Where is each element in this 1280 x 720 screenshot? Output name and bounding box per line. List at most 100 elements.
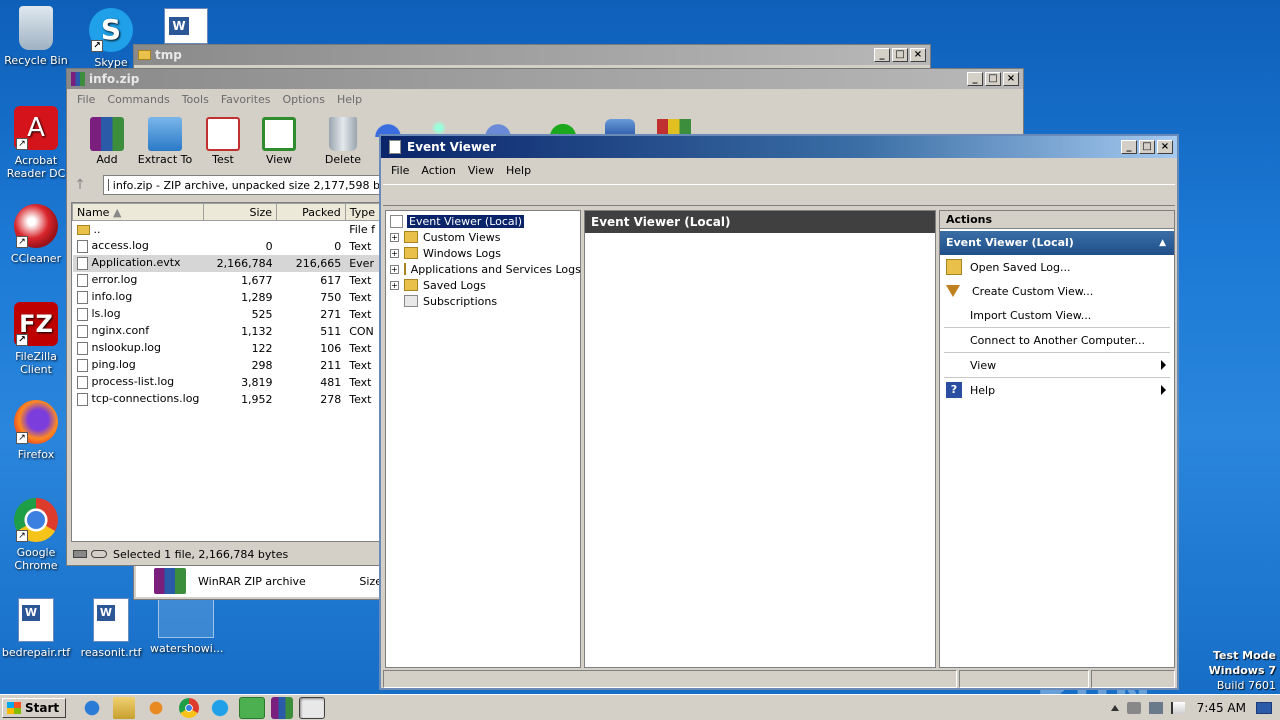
tree-item-saved-logs[interactable]: + Saved Logs	[390, 277, 580, 293]
path-input[interactable]: info.zip - ZIP archive, unpacked size 2,…	[103, 175, 381, 195]
maximize-button[interactable]: □	[1139, 140, 1155, 154]
action-connect-computer[interactable]: Connect to Another Computer...	[940, 328, 1174, 352]
file-row[interactable]: tcp-connections.log 1,952 278 Text	[73, 391, 380, 408]
volume-icon[interactable]	[1126, 701, 1141, 714]
action-open-saved-log[interactable]: Open Saved Log...	[940, 255, 1174, 279]
test-button[interactable]: Test	[193, 117, 253, 166]
ie-icon[interactable]	[79, 696, 106, 719]
action-center-flag-icon[interactable]	[1170, 701, 1185, 714]
explorer-icon[interactable]	[113, 696, 136, 719]
maximize-button[interactable]: □	[892, 48, 908, 62]
menu-help[interactable]: Help	[500, 164, 537, 177]
winrar-titlebar[interactable]: info.zip _ □ ×	[67, 69, 1023, 89]
event-viewer-window[interactable]: Event Viewer _ □ × File Action View Help…	[379, 134, 1179, 690]
expand-icon[interactable]: +	[390, 264, 399, 274]
media-player-icon[interactable]	[143, 696, 170, 719]
file-name: access.log	[91, 239, 149, 253]
taskbar: Start 7:45 AM	[0, 694, 1280, 720]
desktop-icon-chrome[interactable]: ↗ Google Chrome	[0, 498, 72, 572]
close-button[interactable]: ×	[1157, 140, 1173, 154]
minimize-button[interactable]: _	[1121, 140, 1137, 154]
extract-to-button[interactable]: Extract To	[135, 117, 195, 166]
menu-action[interactable]: Action	[415, 164, 461, 177]
up-folder-icon[interactable]: ↑	[69, 177, 91, 193]
col-name[interactable]: Name ▲	[72, 203, 204, 221]
file-row[interactable]: error.log 1,677 617 Text	[73, 272, 380, 289]
view-button[interactable]: View	[249, 117, 309, 166]
file-row[interactable]: Application.evtx 2,166,784 216,665 Ever	[72, 254, 380, 272]
clock[interactable]: 7:45 AM	[1197, 701, 1246, 715]
tree-item-windows-logs[interactable]: + Windows Logs	[390, 245, 580, 261]
file-row[interactable]: ping.log 298 211 Text	[73, 357, 380, 374]
minimize-button[interactable]: _	[874, 48, 890, 62]
file-row[interactable]: info.log 1,289 750 Text	[73, 289, 380, 306]
action-view[interactable]: View	[940, 353, 1174, 377]
col-type[interactable]: Type	[344, 203, 380, 221]
file-row[interactable]: nslookup.log 122 106 Text	[73, 340, 380, 357]
menu-favorites[interactable]: Favorites	[215, 93, 277, 106]
chrome-icon[interactable]	[179, 697, 200, 718]
desktop-icon-bedrepair[interactable]: W bedrepair.rtf	[0, 598, 72, 659]
desktop-icon-label: Acrobat Reader DC	[6, 154, 66, 180]
actions-subheader[interactable]: Event Viewer (Local) ▲	[940, 231, 1174, 255]
action-help[interactable]: ? Help	[940, 378, 1174, 402]
file-row[interactable]: .. File f	[73, 221, 380, 238]
tree-item-root[interactable]: Event Viewer (Local)	[390, 213, 580, 229]
desktop-icon-watershow[interactable]: watershowi...	[150, 598, 223, 655]
test-clipboard-icon	[206, 117, 240, 151]
close-button[interactable]: ×	[910, 48, 926, 62]
winrar-taskbar-icon[interactable]	[271, 696, 294, 719]
minimize-button[interactable]: _	[967, 72, 983, 86]
col-packed[interactable]: Packed	[276, 203, 346, 221]
collapse-icon[interactable]: ▲	[1159, 231, 1166, 255]
file-type: Text	[349, 273, 372, 287]
menu-file[interactable]: File	[385, 164, 415, 177]
action-import-custom-view[interactable]: Import Custom View...	[940, 303, 1174, 327]
menu-tools[interactable]: Tools	[176, 93, 215, 106]
menu-file[interactable]: File	[71, 93, 101, 106]
desktop-icon-firefox[interactable]: ↗ Firefox	[0, 400, 72, 461]
maximize-button[interactable]: □	[985, 72, 1001, 86]
desktop-icon-acrobat[interactable]: A ↗ Acrobat Reader DC	[0, 106, 72, 180]
tmp-window-titlebar[interactable]: tmp _ □ ×	[134, 45, 930, 65]
expand-icon[interactable]: +	[390, 232, 399, 242]
col-size[interactable]: Size	[202, 203, 278, 221]
menu-view[interactable]: View	[462, 164, 500, 177]
system-tray: 7:45 AM	[1103, 697, 1280, 719]
edge-icon[interactable]	[207, 696, 234, 719]
word-doc-icon[interactable]: W	[164, 8, 208, 44]
tree-label: Applications and Services Logs	[410, 262, 581, 276]
start-button[interactable]: Start	[2, 697, 67, 718]
add-button[interactable]: Add	[77, 117, 137, 166]
expand-icon[interactable]: +	[390, 248, 399, 258]
expand-icon[interactable]: +	[390, 280, 399, 290]
desktop-icon-recycle-bin[interactable]: Recycle Bin	[0, 6, 72, 67]
trash-icon	[329, 117, 357, 151]
menu-commands[interactable]: Commands	[101, 93, 175, 106]
file-name-cell: error.log	[73, 272, 204, 289]
tree-item-apps-services-logs[interactable]: + Applications and Services Logs	[390, 261, 581, 277]
delete-button[interactable]: Delete	[313, 117, 373, 166]
file-row[interactable]: process-list.log 3,819 481 Text	[73, 374, 380, 391]
network-icon[interactable]	[1148, 701, 1163, 714]
desktop-icon-filezilla[interactable]: FZ ↗ FileZilla Client	[0, 302, 72, 376]
file-size: 1,677	[241, 273, 273, 287]
file-row[interactable]: access.log 0 0 Text	[73, 238, 380, 255]
close-button[interactable]: ×	[1003, 72, 1019, 86]
desktop-icon-label: CCleaner	[10, 252, 62, 265]
file-row[interactable]: ls.log 525 271 Text	[73, 306, 380, 323]
app-green-icon[interactable]	[239, 696, 266, 719]
desktop-icon-reasonit[interactable]: W reasonit.rtf	[75, 598, 147, 659]
tree-item-custom-views[interactable]: + Custom Views	[390, 229, 580, 245]
tree-item-subscriptions[interactable]: Subscriptions	[390, 293, 580, 309]
action-create-custom-view[interactable]: Create Custom View...	[940, 279, 1174, 303]
event-viewer-taskbar-icon[interactable]	[299, 696, 326, 719]
desktop-icon-ccleaner[interactable]: ↗ CCleaner	[0, 204, 72, 265]
file-icon	[76, 392, 88, 406]
show-desktop-icon[interactable]	[1256, 701, 1272, 714]
show-hidden-icon[interactable]	[1110, 704, 1119, 711]
menu-options[interactable]: Options	[277, 93, 331, 106]
menu-help[interactable]: Help	[331, 93, 368, 106]
file-row[interactable]: nginx.conf 1,132 511 CON	[73, 323, 380, 340]
event-viewer-titlebar[interactable]: Event Viewer _ □ ×	[381, 136, 1177, 158]
